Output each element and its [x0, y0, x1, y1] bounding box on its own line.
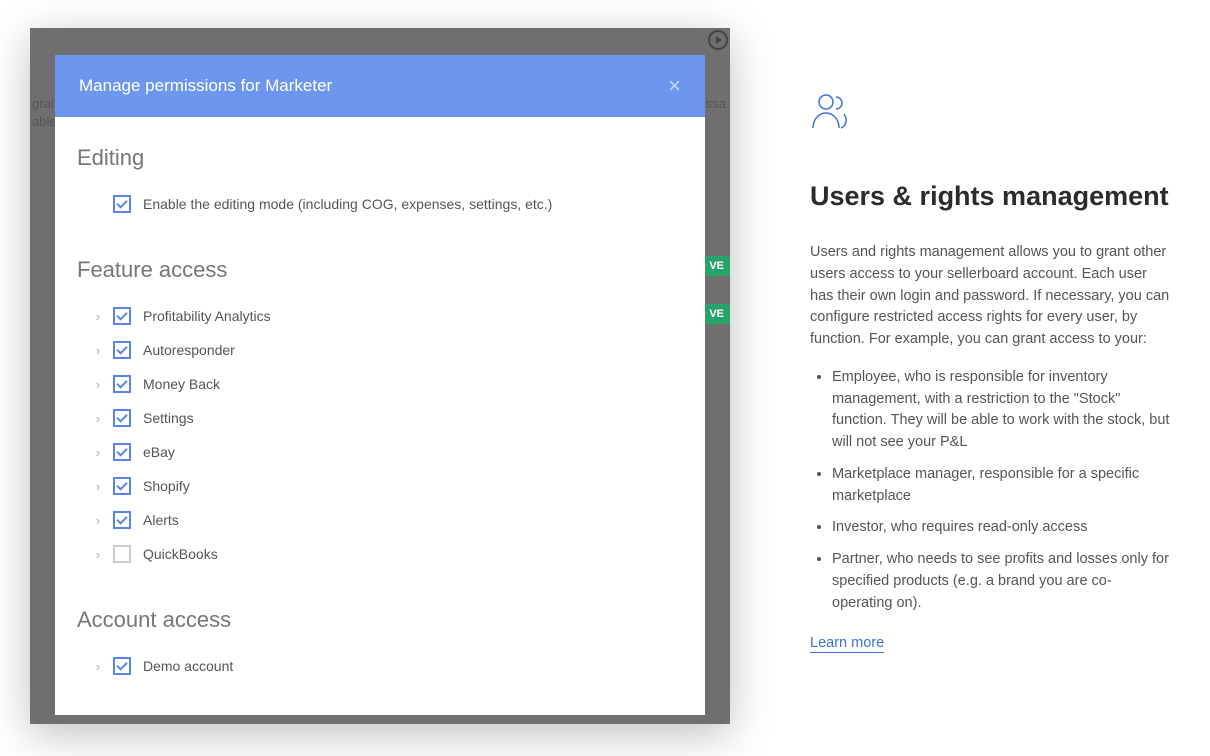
perm-row-demo-account: › Demo account	[77, 649, 683, 683]
chevron-right-icon[interactable]: ›	[89, 659, 107, 674]
bg-status-badge: VE	[703, 256, 730, 276]
info-panel: Users & rights management Users and righ…	[810, 92, 1170, 652]
perm-label: Autoresponder	[143, 342, 235, 358]
chevron-right-icon[interactable]: ›	[89, 445, 107, 460]
list-item: Investor, who requires read-only access	[832, 517, 1170, 539]
perm-row-autoresponder: › Autoresponder	[77, 333, 683, 367]
info-panel-paragraph: Users and rights management allows you t…	[810, 242, 1170, 351]
play-circle-icon[interactable]	[708, 30, 728, 50]
list-item: Partner, who needs to see profits and lo…	[832, 549, 1170, 614]
perm-label: Shopify	[143, 478, 190, 494]
chevron-right-icon[interactable]: ›	[89, 343, 107, 358]
learn-more-link[interactable]: Learn more	[810, 635, 884, 653]
checkbox-profitability-analytics[interactable]	[113, 307, 131, 325]
perm-row-alerts: › Alerts	[77, 503, 683, 537]
perm-label: Profitability Analytics	[143, 308, 271, 324]
modal-backdrop: grai able essa VE VE Manage permissions …	[30, 28, 730, 724]
section-heading-editing: Editing	[77, 145, 683, 171]
modal-body: Editing Enable the editing mode (includi…	[55, 117, 705, 693]
checkbox-alerts[interactable]	[113, 511, 131, 529]
perm-row-shopify: › Shopify	[77, 469, 683, 503]
checkbox-editing-mode[interactable]	[113, 195, 131, 213]
chevron-right-icon[interactable]: ›	[89, 377, 107, 392]
chevron-right-icon[interactable]: ›	[89, 547, 107, 562]
checkbox-quickbooks[interactable]	[113, 545, 131, 563]
section-heading-account-access: Account access	[77, 607, 683, 633]
list-item: Marketplace manager, responsible for a s…	[832, 464, 1170, 508]
permissions-modal: Manage permissions for Marketer × Editin…	[55, 55, 705, 715]
perm-label: Alerts	[143, 512, 179, 528]
checkbox-money-back[interactable]	[113, 375, 131, 393]
perm-row-profitability-analytics: › Profitability Analytics	[77, 299, 683, 333]
perm-row-quickbooks: › QuickBooks	[77, 537, 683, 571]
chevron-right-icon[interactable]: ›	[89, 479, 107, 494]
chevron-right-icon[interactable]: ›	[89, 411, 107, 426]
modal-header: Manage permissions for Marketer ×	[55, 55, 705, 117]
checkbox-demo-account[interactable]	[113, 657, 131, 675]
perm-row-editing-mode: Enable the editing mode (including COG, …	[77, 187, 683, 221]
bg-text-frag: grai	[32, 94, 54, 114]
users-icon	[810, 92, 1170, 135]
close-icon[interactable]: ×	[668, 75, 681, 97]
chevron-right-icon[interactable]: ›	[89, 513, 107, 528]
perm-row-settings: › Settings	[77, 401, 683, 435]
chevron-right-icon[interactable]: ›	[89, 309, 107, 324]
perm-label: Settings	[143, 410, 194, 426]
info-panel-title: Users & rights management	[810, 181, 1170, 212]
perm-label: Enable the editing mode (including COG, …	[143, 196, 552, 212]
checkbox-autoresponder[interactable]	[113, 341, 131, 359]
perm-label: eBay	[143, 444, 175, 460]
modal-title: Manage permissions for Marketer	[79, 76, 332, 96]
info-panel-list: Employee, who is responsible for invento…	[810, 367, 1170, 615]
perm-label: Money Back	[143, 376, 220, 392]
bg-text-frag: able	[32, 112, 57, 132]
perm-label: QuickBooks	[143, 546, 218, 562]
checkbox-settings[interactable]	[113, 409, 131, 427]
checkbox-shopify[interactable]	[113, 477, 131, 495]
perm-label: Demo account	[143, 658, 233, 674]
perm-row-ebay: › eBay	[77, 435, 683, 469]
perm-row-money-back: › Money Back	[77, 367, 683, 401]
section-heading-feature-access: Feature access	[77, 257, 683, 283]
checkbox-ebay[interactable]	[113, 443, 131, 461]
list-item: Employee, who is responsible for invento…	[832, 367, 1170, 454]
bg-status-badge: VE	[703, 304, 730, 324]
